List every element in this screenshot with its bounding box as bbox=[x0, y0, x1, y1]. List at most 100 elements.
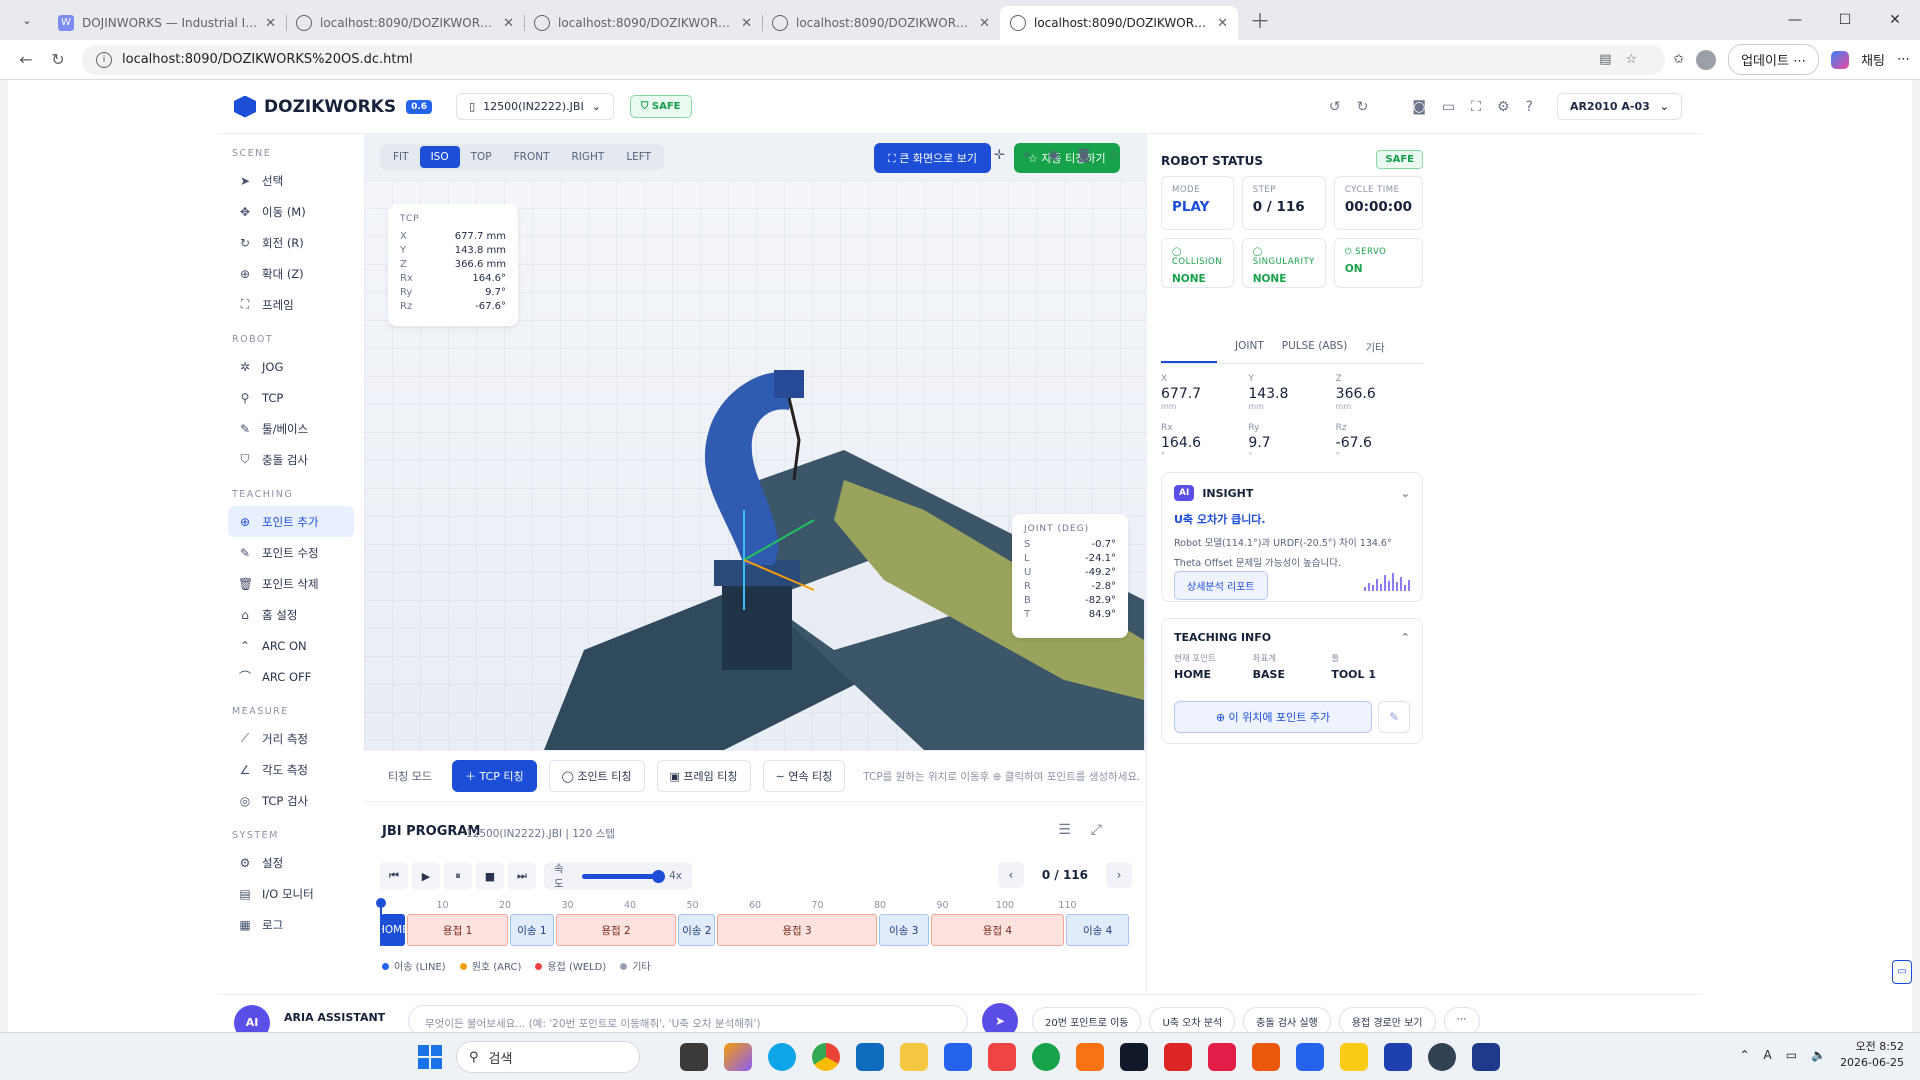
copilot-app-icon[interactable] bbox=[724, 1043, 752, 1071]
app-icon[interactable] bbox=[1472, 1043, 1500, 1071]
timeline-segment[interactable]: 이송 4 bbox=[1066, 914, 1129, 946]
chat-label[interactable]: 채팅 bbox=[1861, 50, 1885, 69]
fullscreen-icon[interactable]: ⛶ bbox=[1471, 99, 1481, 115]
sidebar-item-angle[interactable]: ∠ 각도 측정 bbox=[228, 754, 354, 785]
quick-action-button[interactable]: 20번 포인트로 이동 bbox=[1032, 1007, 1142, 1032]
clock[interactable]: 오전 8:52 2026-06-25 bbox=[1840, 1039, 1904, 1071]
skip-end-button[interactable]: ⏭ bbox=[508, 862, 536, 890]
list-icon[interactable]: ☰ bbox=[1058, 822, 1091, 838]
sidebar-item-arc-on[interactable]: ⌃ ARC ON bbox=[228, 630, 354, 661]
profile-avatar[interactable] bbox=[1696, 49, 1717, 70]
close-window-button[interactable]: ✕ bbox=[1870, 0, 1920, 40]
chrome-icon[interactable] bbox=[812, 1043, 840, 1071]
new-tab-button[interactable]: ＋ bbox=[1250, 5, 1270, 34]
play-button[interactable]: ▶ bbox=[412, 862, 440, 890]
chevron-up-icon[interactable]: ⌃ bbox=[1401, 631, 1410, 644]
redo-icon[interactable]: ↻ bbox=[1357, 99, 1369, 115]
fullscreen-view-button[interactable]: ⛶ 큰 화면으로 보기 bbox=[874, 143, 992, 173]
robot-selector[interactable]: AR2010 A-03 ⌄ bbox=[1556, 93, 1682, 120]
timeline-segment[interactable]: 이송 2 bbox=[678, 914, 716, 946]
chevron-down-icon[interactable]: ⌄ bbox=[1401, 487, 1410, 500]
skip-start-button[interactable]: ⏮ bbox=[380, 862, 408, 890]
sidebar-item-jog[interactable]: ✲ JOG bbox=[228, 351, 354, 382]
expand-icon[interactable]: ⤢ bbox=[1091, 822, 1122, 838]
terminal-icon[interactable] bbox=[1120, 1043, 1148, 1071]
video-icon[interactable]: ▭ bbox=[1442, 99, 1455, 115]
timeline-segment[interactable]: 용접 4 bbox=[930, 914, 1065, 946]
frame-teach-button[interactable]: ▣ 프레임 티칭 bbox=[656, 760, 751, 792]
chevron-up-icon[interactable]: ⌃ bbox=[1739, 1048, 1749, 1062]
outlook-icon[interactable] bbox=[856, 1043, 884, 1071]
sidebar-item-home[interactable]: ⌂ 홈 설정 bbox=[228, 599, 354, 630]
view-iso-button[interactable]: ISO bbox=[419, 146, 460, 168]
timeline-playhead[interactable] bbox=[376, 898, 386, 946]
browser-tab[interactable]: localhost:8090/DOZIKWORKS_OS_ ✕ bbox=[762, 6, 1000, 40]
tab-tcp[interactable] bbox=[1161, 340, 1217, 363]
close-tab-icon[interactable]: ✕ bbox=[741, 16, 752, 31]
tab-joint[interactable]: JOINT bbox=[1235, 340, 1264, 363]
sidebar-item-rotate[interactable]: ↻ 회전 (R) bbox=[228, 227, 354, 258]
info-icon[interactable]: i bbox=[96, 51, 112, 68]
page-actions-icons[interactable]: ▤☆ bbox=[1599, 52, 1651, 67]
next-step-button[interactable]: › bbox=[1106, 862, 1132, 888]
timeline-segment[interactable]: 이송 1 bbox=[510, 914, 554, 946]
browser-tab[interactable]: localhost:8090/DOZIKWORKS OS.d ✕ bbox=[286, 6, 524, 40]
kakaotalk-icon[interactable] bbox=[1340, 1043, 1368, 1071]
tab-other[interactable]: 기타 bbox=[1365, 340, 1384, 363]
sidebar-item-log[interactable]: ▦ 로그 bbox=[228, 909, 354, 940]
browser-tab[interactable]: localhost:8090/DOZIKWORKS OS.d ✕ bbox=[524, 6, 762, 40]
timeline-segment[interactable]: 이송 3 bbox=[878, 914, 929, 946]
crosshair-icon[interactable]: ✛ bbox=[994, 148, 1005, 163]
reload-icon[interactable]: ↻ bbox=[42, 50, 74, 69]
close-tab-icon[interactable]: ✕ bbox=[979, 16, 990, 31]
favorites-icon[interactable]: ✩ bbox=[1673, 52, 1684, 67]
network-icon[interactable]: ▭ bbox=[1786, 1048, 1797, 1062]
edit-icon[interactable]: ✎ bbox=[1378, 701, 1410, 733]
sidebar-item-zoom[interactable]: ⊕ 확대 (Z) bbox=[228, 258, 354, 289]
taskbar-search[interactable]: ⚲ 검색 bbox=[456, 1041, 640, 1073]
close-tab-icon[interactable]: ✕ bbox=[503, 16, 514, 31]
stop-button[interactable]: ■ bbox=[476, 862, 504, 890]
sidebar-item-move[interactable]: ✥ 이동 (M) bbox=[228, 196, 354, 227]
minimize-button[interactable]: — bbox=[1770, 0, 1820, 40]
claude-icon[interactable] bbox=[1252, 1043, 1280, 1071]
target-icon[interactable]: ⌖ bbox=[1023, 148, 1030, 163]
undo-icon[interactable]: ↺ bbox=[1329, 99, 1341, 115]
teaching-info-header[interactable]: TEACHING INFO ⌃ bbox=[1174, 631, 1410, 644]
maximize-button[interactable]: ☐ bbox=[1820, 0, 1870, 40]
prev-step-button[interactable]: ‹ bbox=[997, 862, 1024, 888]
sidebar-item-select[interactable]: ➤ 선택 bbox=[228, 165, 354, 196]
update-button[interactable]: 업데이트 ⋯ bbox=[1728, 44, 1820, 75]
add-point-here-button[interactable]: ⊕ 이 위치에 포인트 추가 bbox=[1174, 701, 1372, 733]
tab-pulse[interactable]: PULSE (ABS) bbox=[1282, 340, 1348, 363]
url-field[interactable]: i localhost:8090/DOZIKWORKS%20OS.dc.html ▤… bbox=[82, 44, 1666, 75]
brand-logo[interactable]: DOZIKWORKS 0.6 bbox=[234, 95, 433, 118]
browser-tab-active[interactable]: localhost:8090/DOZIKWORKS OS.d ✕ bbox=[1000, 6, 1238, 40]
volume-icon[interactable]: 🔈 bbox=[1811, 1048, 1826, 1062]
pdf-icon[interactable] bbox=[1208, 1043, 1236, 1071]
file-selector[interactable]: ▯ 12500(IN2222).JBI ⌄ bbox=[456, 93, 614, 120]
sidebar-item-add-point[interactable]: ⊕ 포인트 추가 bbox=[228, 506, 354, 537]
ime-icon[interactable]: A bbox=[1764, 1048, 1772, 1062]
insight-header[interactable]: AI INSIGHT ⌄ bbox=[1174, 485, 1410, 501]
vscode-icon[interactable] bbox=[1296, 1043, 1324, 1071]
app-icon[interactable] bbox=[1032, 1043, 1060, 1071]
search-app-icon[interactable] bbox=[1076, 1043, 1104, 1071]
timeline-segment[interactable]: HOME bbox=[381, 914, 405, 946]
detail-report-button[interactable]: 상세분석 리포트 bbox=[1174, 571, 1268, 600]
acrobat-icon[interactable] bbox=[1164, 1043, 1192, 1071]
quick-action-button[interactable]: 용접 경로만 보기 bbox=[1338, 1007, 1436, 1032]
timeline-segment[interactable]: 용접 1 bbox=[406, 914, 509, 946]
view-left-button[interactable]: LEFT bbox=[615, 146, 662, 168]
3d-viewport[interactable]: FIT ISO TOP FRONT RIGHT LEFT ⛶ 큰 화면으로 보기… bbox=[364, 134, 1146, 750]
help-icon[interactable]: ? bbox=[1526, 99, 1533, 115]
speed-track[interactable] bbox=[581, 869, 666, 883]
more-icon[interactable]: ⋯ bbox=[1897, 52, 1910, 67]
speed-slider[interactable]: 속도 4x bbox=[544, 862, 692, 890]
camera-icon[interactable]: ◙ bbox=[1078, 148, 1091, 163]
sidebar-item-frame[interactable]: ⛶ 프레임 bbox=[228, 289, 354, 320]
youtube-icon[interactable] bbox=[988, 1043, 1016, 1071]
task-view-icon[interactable] bbox=[680, 1043, 708, 1071]
tcp-teach-button[interactable]: ＋ TCP 티칭 bbox=[451, 760, 537, 792]
view-top-button[interactable]: TOP bbox=[460, 146, 503, 168]
